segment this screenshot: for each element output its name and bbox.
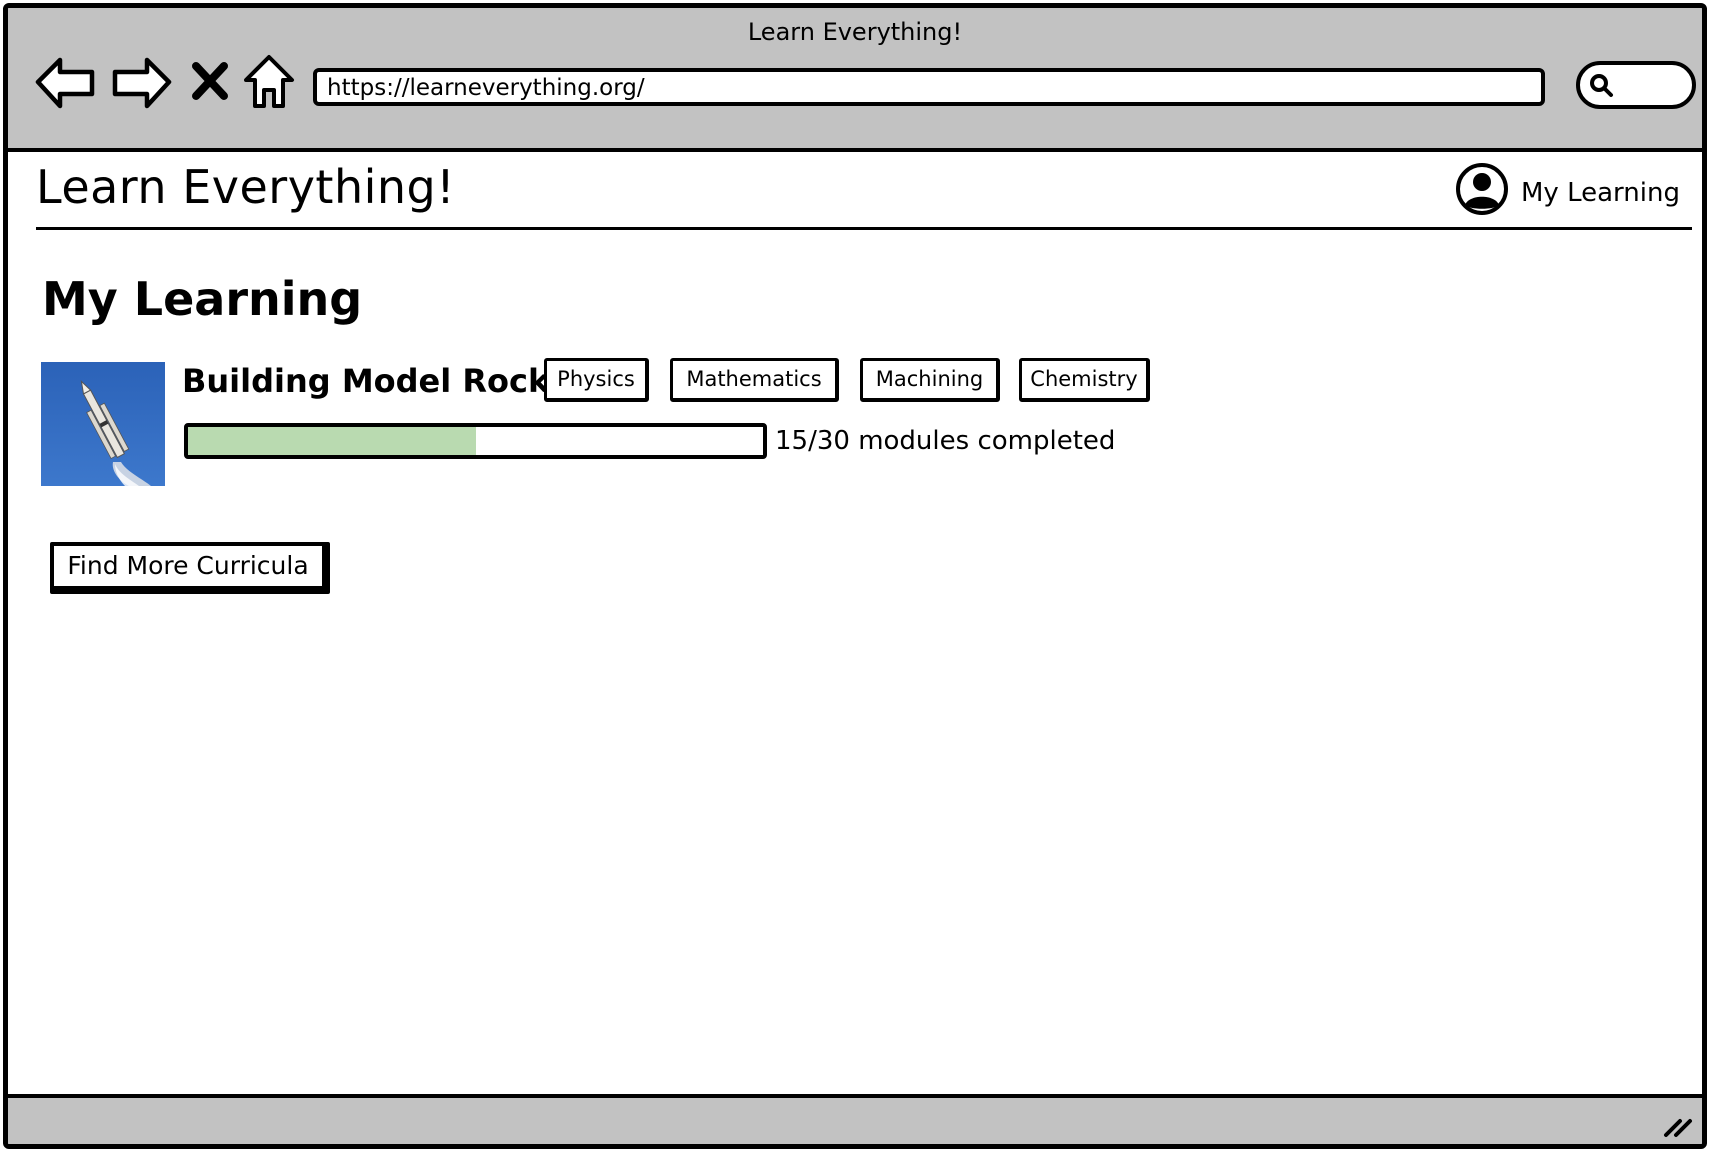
home-icon[interactable] xyxy=(241,52,297,112)
browser-search-box[interactable] xyxy=(1576,61,1696,109)
progress-label: 15/30 modules completed xyxy=(775,426,1116,456)
tag-mathematics[interactable]: Mathematics xyxy=(670,358,839,402)
resize-grip-icon[interactable] xyxy=(1660,1110,1694,1138)
user-avatar-icon[interactable] xyxy=(1455,162,1509,216)
close-x-icon[interactable] xyxy=(188,52,232,112)
progress-bar xyxy=(184,423,767,459)
tag-chemistry[interactable]: Chemistry xyxy=(1019,358,1150,402)
rocket-launch-image[interactable] xyxy=(41,362,165,486)
browser-window: Learn Everything! https://learneverythin… xyxy=(3,3,1707,1149)
browser-toolbar: Learn Everything! https://learneverythin… xyxy=(8,8,1702,152)
status-bar xyxy=(8,1094,1702,1144)
forward-arrow-icon[interactable] xyxy=(109,52,173,112)
progress-bar-fill xyxy=(188,427,476,455)
tag-physics[interactable]: Physics xyxy=(544,358,649,402)
page-title: My Learning xyxy=(42,272,363,326)
address-bar[interactable]: https://learneverything.org/ xyxy=(313,68,1545,106)
find-more-curricula-button[interactable]: Find More Curricula xyxy=(50,542,330,594)
back-arrow-icon[interactable] xyxy=(34,52,98,112)
window-title: Learn Everything! xyxy=(747,18,963,46)
tag-machining[interactable]: Machining xyxy=(860,358,1000,402)
my-learning-link[interactable]: My Learning xyxy=(1521,178,1680,208)
search-icon xyxy=(1590,74,1613,97)
header-divider xyxy=(36,227,1692,230)
course-title[interactable]: Building Model Rockets xyxy=(182,362,604,400)
site-logo[interactable]: Learn Everything! xyxy=(36,160,455,214)
